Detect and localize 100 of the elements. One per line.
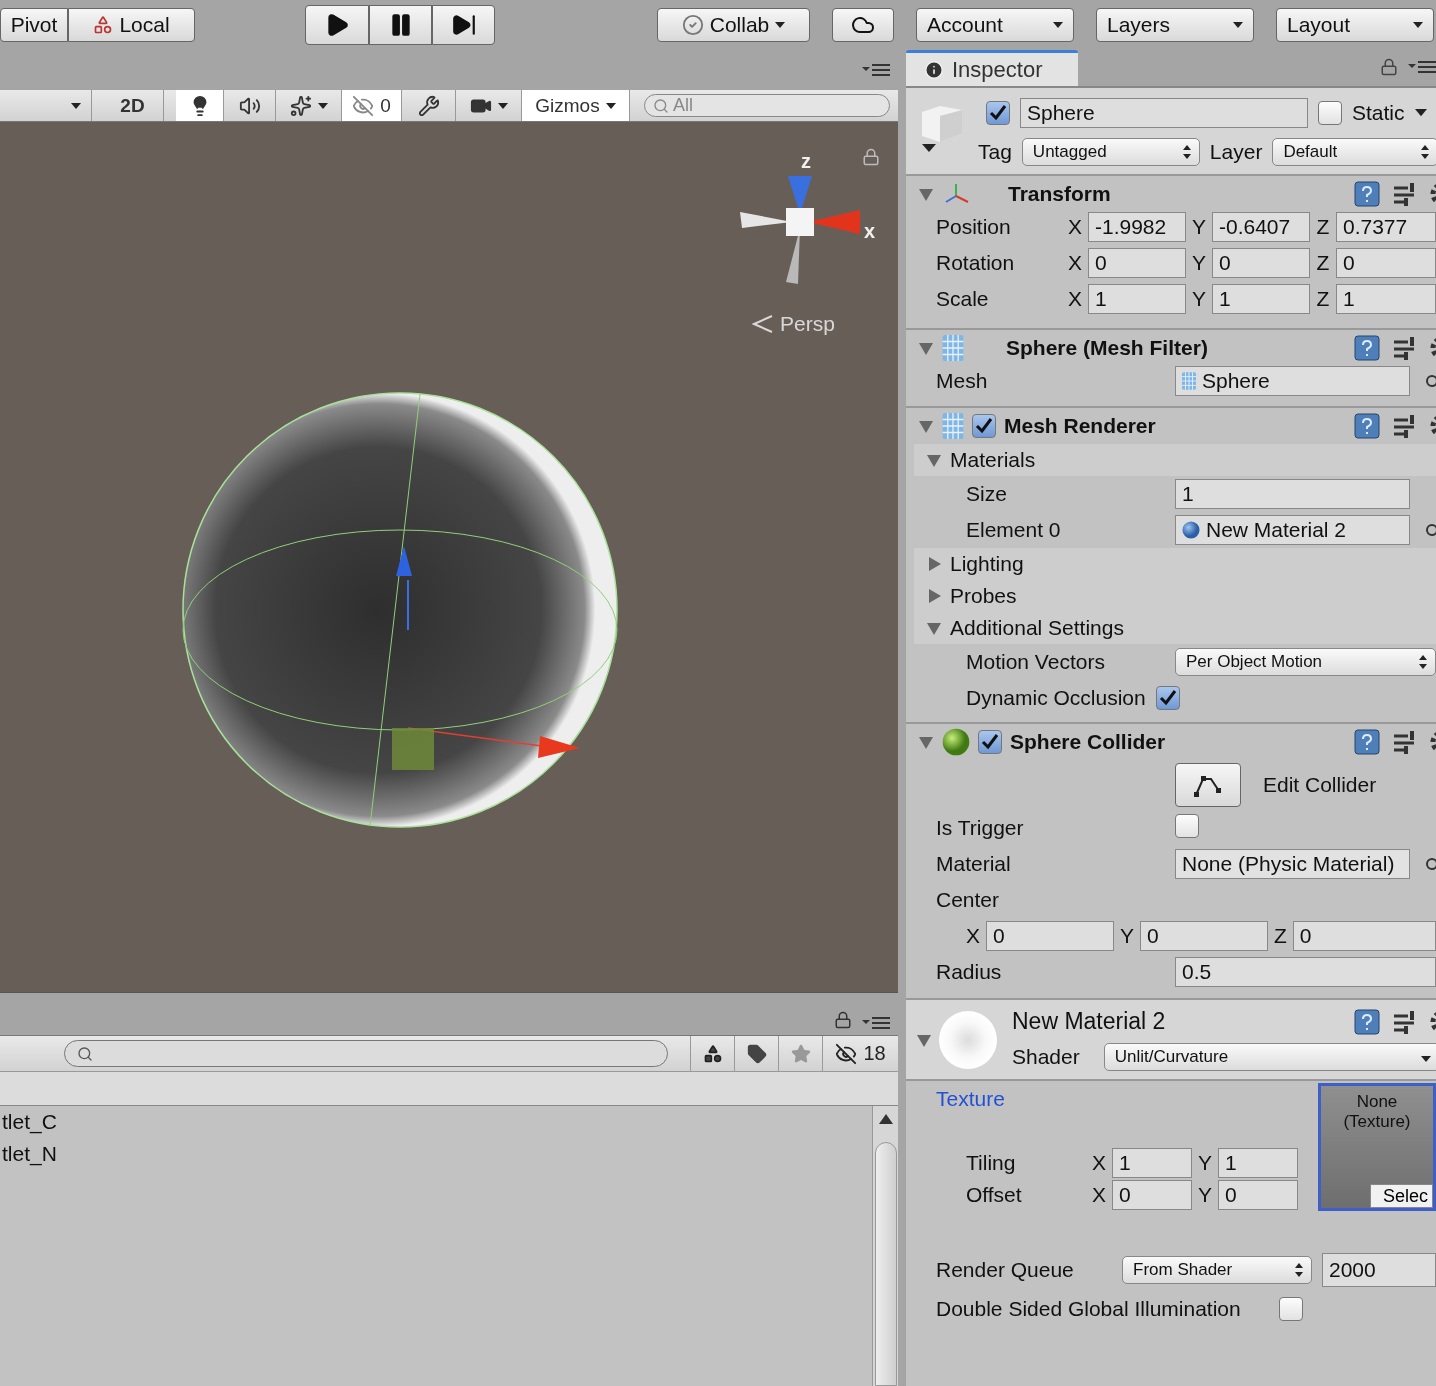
object-field[interactable]: New Material 2 bbox=[1175, 515, 1410, 545]
expanded-triangle-icon[interactable] bbox=[918, 340, 934, 356]
collab-button[interactable]: Collab bbox=[657, 8, 810, 42]
edit-collider-button[interactable] bbox=[1175, 763, 1241, 807]
menu-icon[interactable] bbox=[1408, 61, 1436, 73]
help-icon[interactable] bbox=[1354, 729, 1380, 755]
number-field[interactable]: 0 bbox=[1140, 921, 1269, 951]
chevron-icon bbox=[752, 314, 774, 334]
number-field[interactable]: 0 bbox=[986, 921, 1114, 951]
expanded-triangle-icon[interactable] bbox=[926, 620, 942, 636]
number-field[interactable]: 0 bbox=[1112, 1180, 1192, 1210]
render-queue-dropdown[interactable]: From Shader bbox=[1122, 1256, 1312, 1284]
axis-label: Y bbox=[1191, 251, 1207, 275]
preset-icon[interactable] bbox=[1394, 730, 1416, 754]
number-field[interactable]: 0 bbox=[1292, 921, 1436, 951]
collapsed-triangle-icon[interactable] bbox=[926, 588, 942, 604]
checkbox[interactable] bbox=[1155, 686, 1180, 710]
local-button[interactable]: Local bbox=[68, 8, 195, 42]
preset-icon[interactable] bbox=[1394, 336, 1416, 360]
number-field[interactable]: 2000 bbox=[1322, 1253, 1436, 1287]
layout-dropdown[interactable]: Layout bbox=[1276, 8, 1434, 42]
tag-dropdown[interactable]: Untagged bbox=[1021, 138, 1200, 166]
preset-icon[interactable] bbox=[1394, 182, 1416, 206]
checkbox[interactable] bbox=[1278, 1297, 1303, 1321]
lock-icon[interactable] bbox=[862, 148, 880, 166]
inspector-tab[interactable]: Inspector bbox=[906, 50, 1078, 86]
account-dropdown[interactable]: Account bbox=[916, 8, 1074, 42]
lock-icon[interactable] bbox=[1380, 58, 1398, 76]
preset-icon[interactable] bbox=[1394, 414, 1416, 438]
gizmos-dropdown[interactable]: Gizmos bbox=[522, 90, 630, 121]
static-caret-icon bbox=[1414, 109, 1427, 117]
menu-icon[interactable] bbox=[862, 1017, 890, 1029]
menu-icon[interactable] bbox=[862, 64, 890, 76]
visibility-toggle[interactable]: 0 bbox=[342, 90, 402, 121]
number-field[interactable]: 1 bbox=[1218, 1148, 1299, 1178]
scrollbar[interactable] bbox=[872, 1106, 898, 1386]
help-icon[interactable] bbox=[1354, 181, 1380, 207]
expanded-triangle-icon[interactable] bbox=[918, 418, 934, 434]
number-field[interactable]: 0 bbox=[1218, 1180, 1299, 1210]
foldout-header[interactable]: Materials bbox=[914, 444, 1436, 476]
caret-icon bbox=[497, 102, 508, 109]
foldout-header[interactable]: Probes bbox=[914, 580, 1436, 612]
expanded-triangle-icon[interactable] bbox=[926, 452, 942, 468]
list-item[interactable]: tlet_N bbox=[2, 1138, 57, 1170]
shader-dropdown[interactable]: Unlit/Curvature bbox=[1103, 1043, 1436, 1071]
pivot-button[interactable]: Pivot bbox=[0, 8, 68, 42]
collapsed-triangle-icon[interactable] bbox=[926, 556, 942, 572]
static-checkbox[interactable] bbox=[1318, 101, 1342, 125]
axis-label: Y bbox=[1198, 1183, 1213, 1207]
dropdown[interactable]: Per Object Motion bbox=[1175, 648, 1436, 676]
name-field[interactable]: Sphere bbox=[1020, 98, 1308, 128]
play-button[interactable] bbox=[305, 5, 369, 45]
cloud-button[interactable] bbox=[832, 8, 894, 42]
search-field[interactable] bbox=[64, 1040, 668, 1067]
eye-off-icon bbox=[835, 1042, 858, 1065]
active-checkbox[interactable] bbox=[986, 101, 1010, 125]
number-field[interactable]: 1 bbox=[1088, 284, 1186, 314]
select-button[interactable]: Selec bbox=[1369, 1184, 1433, 1208]
property-label: Element 0 bbox=[966, 518, 1062, 542]
enabled-checkbox[interactable] bbox=[978, 730, 1002, 754]
texture-label[interactable]: Texture bbox=[936, 1087, 1318, 1111]
pause-button[interactable] bbox=[369, 5, 432, 45]
help-icon[interactable] bbox=[1354, 1008, 1380, 1035]
star-icon bbox=[790, 1043, 811, 1064]
number-field[interactable]: 0 bbox=[1088, 248, 1186, 278]
layer-dropdown[interactable]: Default bbox=[1272, 138, 1436, 166]
number-field[interactable]: 1 bbox=[1112, 1148, 1192, 1178]
list-item[interactable]: tlet_C bbox=[2, 1106, 57, 1138]
lock-icon[interactable] bbox=[834, 1011, 852, 1029]
mode-2d-toggle[interactable]: 2D bbox=[102, 90, 164, 121]
help-icon[interactable] bbox=[1354, 335, 1380, 361]
object-field[interactable]: Sphere bbox=[1175, 366, 1410, 396]
expanded-triangle-icon[interactable] bbox=[918, 186, 934, 202]
layers-dropdown[interactable]: Layers bbox=[1096, 8, 1254, 42]
mesh-grid-icon bbox=[942, 335, 964, 361]
texture-slot[interactable]: None (Texture) Selec bbox=[1318, 1083, 1436, 1211]
step-button[interactable] bbox=[432, 5, 495, 45]
scene-view[interactable]: z x Persp bbox=[0, 122, 898, 993]
number-field[interactable]: 0.7377 bbox=[1336, 212, 1436, 242]
number-field[interactable]: -1.9982 bbox=[1088, 212, 1186, 242]
number-field[interactable]: 0 bbox=[1336, 248, 1436, 278]
help-icon[interactable] bbox=[1354, 413, 1380, 439]
projection-label[interactable]: Persp bbox=[752, 312, 835, 336]
object-field[interactable]: None (Physic Material) bbox=[1175, 849, 1410, 879]
scroll-thumb[interactable] bbox=[874, 1142, 897, 1386]
stepper-arrows-icon bbox=[1421, 145, 1429, 159]
foldout-header[interactable]: Additional Settings bbox=[914, 612, 1436, 644]
checkbox[interactable] bbox=[1175, 814, 1199, 838]
number-field[interactable]: 1 bbox=[1212, 284, 1310, 314]
foldout-header[interactable]: Lighting bbox=[914, 548, 1436, 580]
number-field[interactable]: 0 bbox=[1212, 248, 1310, 278]
number-field[interactable]: -0.6407 bbox=[1212, 212, 1310, 242]
number-field[interactable]: 1 bbox=[1336, 284, 1436, 314]
lighting-toggle[interactable] bbox=[176, 90, 224, 121]
number-field[interactable]: 1 bbox=[1175, 479, 1410, 509]
expanded-triangle-icon[interactable] bbox=[918, 734, 934, 750]
preset-icon[interactable] bbox=[1394, 1009, 1416, 1034]
enabled-checkbox[interactable] bbox=[972, 414, 996, 438]
number-field[interactable]: 0.5 bbox=[1175, 957, 1436, 987]
axis-label: Z bbox=[1315, 215, 1331, 239]
